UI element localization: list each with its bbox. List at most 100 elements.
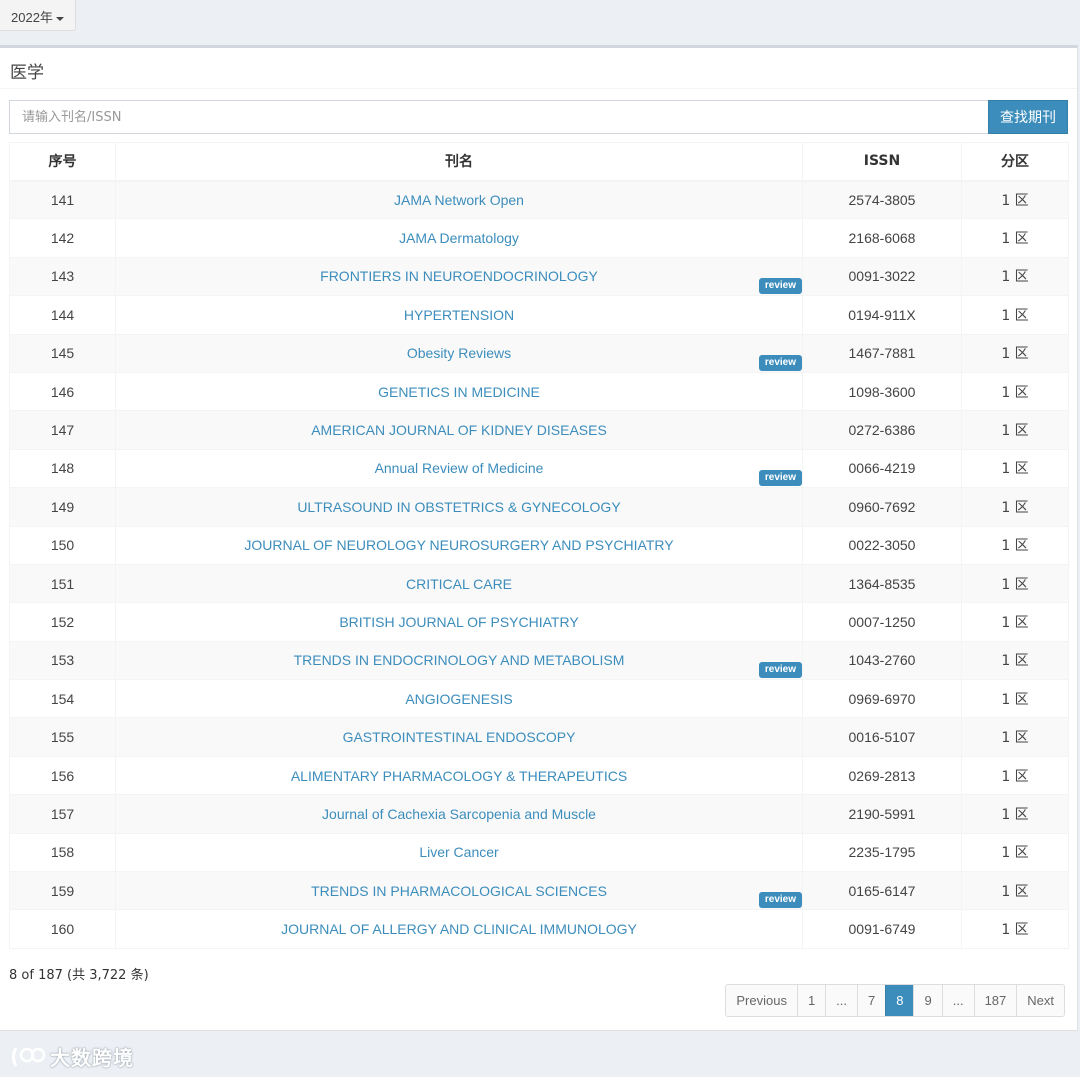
row-name-cell: TRENDS IN PHARMACOLOGICAL SCIENCES review — [115, 871, 803, 911]
row-no: 159 — [9, 871, 116, 911]
page-button[interactable]: 7 — [857, 985, 886, 1016]
row-zone: 1 区 — [961, 333, 1069, 373]
row-zone: 1 区 — [961, 563, 1069, 604]
journal-link[interactable]: JOURNAL OF ALLERGY AND CLINICAL IMMUNOLO… — [281, 921, 637, 937]
row-issn: 0066-4219 — [802, 448, 962, 489]
journal-search-input[interactable] — [9, 100, 989, 134]
row-issn: 0016-5107 — [802, 717, 962, 757]
table-row: 159 TRENDS IN PHARMACOLOGICAL SCIENCES rev… — [9, 871, 1069, 911]
row-issn: 2190-5991 — [802, 794, 962, 834]
journal-link[interactable]: Obesity Reviews — [407, 345, 511, 361]
row-name-cell: JOURNAL OF NEUROLOGY NEUROSURGERY AND PS… — [115, 525, 803, 565]
journal-list-panel: 医学 查找期刊 序号 刊名 ISSN 分区 141 JAMA Network Op… — [0, 45, 1078, 1031]
row-name-cell: TRENDS IN ENDOCRINOLOGY AND METABOLISM re… — [115, 640, 803, 681]
table-row: 157 Journal of Cachexia Sarcopenia and Mu… — [9, 794, 1069, 834]
row-name-cell: GASTROINTESTINAL ENDOSCOPY — [115, 717, 803, 757]
journal-link[interactable]: GASTROINTESTINAL ENDOSCOPY — [343, 729, 576, 745]
row-issn: 2168-6068 — [802, 218, 962, 258]
row-issn: 0960-7692 — [802, 487, 962, 527]
page-button[interactable]: ... — [941, 985, 974, 1016]
journal-link[interactable]: HYPERTENSION — [404, 307, 514, 323]
row-issn: 0091-3022 — [802, 256, 962, 297]
journal-link[interactable]: JOURNAL OF NEUROLOGY NEUROSURGERY AND PS… — [244, 537, 673, 553]
journal-link[interactable]: GENETICS IN MEDICINE — [378, 384, 540, 400]
row-issn: 1467-7881 — [802, 333, 962, 373]
row-no: 154 — [9, 679, 116, 719]
table-row: 160 JOURNAL OF ALLERGY AND CLINICAL IMMUN… — [9, 909, 1069, 949]
journal-link[interactable]: TRENDS IN PHARMACOLOGICAL SCIENCES — [311, 883, 607, 899]
top-bar: 2022年 — [0, 0, 1080, 45]
page-button[interactable]: 1 — [796, 985, 826, 1016]
table-header-row: 序号 刊名 ISSN 分区 — [9, 142, 1069, 182]
table-row: 156 ALIMENTARY PHARMACOLOGY & THERAPEUTIC… — [9, 755, 1069, 796]
row-name-cell: Journal of Cachexia Sarcopenia and Muscl… — [115, 794, 803, 834]
row-zone: 1 区 — [961, 179, 1069, 220]
journal-link[interactable]: Annual Review of Medicine — [375, 460, 544, 476]
journal-link[interactable]: Journal of Cachexia Sarcopenia and Muscl… — [322, 806, 596, 822]
header-divider — [0, 88, 1077, 89]
header-name[interactable]: 刊名 — [115, 142, 803, 182]
row-issn: 0269-2813 — [802, 755, 962, 796]
page-button[interactable]: 8 — [885, 985, 914, 1016]
row-name-cell: Annual Review of Medicine review — [115, 448, 803, 489]
table-body: 141 JAMA Network Open 2574-3805 1 区 142 JAMA … — [9, 179, 1069, 949]
row-zone: 1 区 — [961, 371, 1069, 412]
row-zone: 1 区 — [961, 871, 1069, 911]
row-issn: 1098-3600 — [802, 371, 962, 412]
row-no: 157 — [9, 794, 116, 834]
row-no: 153 — [9, 640, 116, 681]
table-row: 150 JOURNAL OF NEUROLOGY NEUROSURGERY AND… — [9, 525, 1069, 565]
row-issn: 0272-6386 — [802, 410, 962, 450]
page-button[interactable]: Previous — [726, 985, 797, 1016]
row-no: 151 — [9, 563, 116, 604]
table-row: 158 Liver Cancer 2235-1795 1 区 — [9, 832, 1069, 873]
journal-link[interactable]: FRONTIERS IN NEUROENDOCRINOLOGY — [320, 268, 598, 284]
row-issn: 1043-2760 — [802, 640, 962, 681]
journal-link[interactable]: TRENDS IN ENDOCRINOLOGY AND METABOLISM — [294, 652, 625, 668]
year-dropdown-button[interactable]: 2022年 — [0, 0, 76, 31]
row-name-cell: ULTRASOUND IN OBSTETRICS & GYNECOLOGY — [115, 487, 803, 527]
journal-link[interactable]: AMERICAN JOURNAL OF KIDNEY DISEASES — [311, 422, 607, 438]
pagination-info: 8 of 187 (共 3,722 条) — [9, 968, 149, 983]
row-name-cell: Liver Cancer — [115, 832, 803, 873]
row-name-cell: BRITISH JOURNAL OF PSYCHIATRY — [115, 602, 803, 642]
journal-link[interactable]: Liver Cancer — [419, 844, 498, 860]
table-row: 145 Obesity Reviews review 1467-7881 1 区 — [9, 333, 1069, 373]
row-zone: 1 区 — [961, 448, 1069, 489]
row-zone: 1 区 — [961, 832, 1069, 873]
journal-link[interactable]: BRITISH JOURNAL OF PSYCHIATRY — [339, 614, 578, 630]
row-issn: 0007-1250 — [802, 602, 962, 642]
header-no[interactable]: 序号 — [9, 142, 116, 182]
journal-link[interactable]: JAMA Dermatology — [399, 230, 519, 246]
row-no: 152 — [9, 602, 116, 642]
page-button[interactable]: Next — [1016, 985, 1064, 1016]
journal-link[interactable]: ALIMENTARY PHARMACOLOGY & THERAPEUTICS — [291, 768, 627, 784]
row-no: 155 — [9, 717, 116, 757]
table-row: 152 BRITISH JOURNAL OF PSYCHIATRY 0007-125… — [9, 602, 1069, 642]
header-zone[interactable]: 分区 — [961, 142, 1069, 182]
row-name-cell: CRITICAL CARE — [115, 563, 803, 604]
table-row: 144 HYPERTENSION 0194-911X 1 区 — [9, 295, 1069, 335]
table-row: 143 FRONTIERS IN NEUROENDOCRINOLOGY review… — [9, 256, 1069, 297]
row-no: 145 — [9, 333, 116, 373]
chat-bubbles-icon — [10, 1045, 46, 1074]
journal-link[interactable]: ULTRASOUND IN OBSTETRICS & GYNECOLOGY — [297, 499, 620, 515]
row-zone: 1 区 — [961, 717, 1069, 757]
row-no: 158 — [9, 832, 116, 873]
journal-link[interactable]: ANGIOGENESIS — [405, 691, 512, 707]
page-button[interactable]: 9 — [913, 985, 942, 1016]
row-zone: 1 区 — [961, 525, 1069, 565]
row-issn: 0969-6970 — [802, 679, 962, 719]
row-name-cell: JAMA Dermatology — [115, 218, 803, 258]
header-issn[interactable]: ISSN — [802, 142, 962, 182]
row-no: 156 — [9, 755, 116, 796]
search-journal-button[interactable]: 查找期刊 — [988, 100, 1068, 134]
review-badge: review — [758, 354, 802, 371]
row-no: 146 — [9, 371, 116, 412]
table-row: 151 CRITICAL CARE 1364-8535 1 区 — [9, 563, 1069, 604]
page-button[interactable]: 187 — [973, 985, 1017, 1016]
journal-link[interactable]: JAMA Network Open — [394, 192, 524, 208]
journal-link[interactable]: CRITICAL CARE — [406, 576, 512, 592]
review-badge: review — [758, 278, 802, 295]
page-button[interactable]: ... — [825, 985, 858, 1016]
